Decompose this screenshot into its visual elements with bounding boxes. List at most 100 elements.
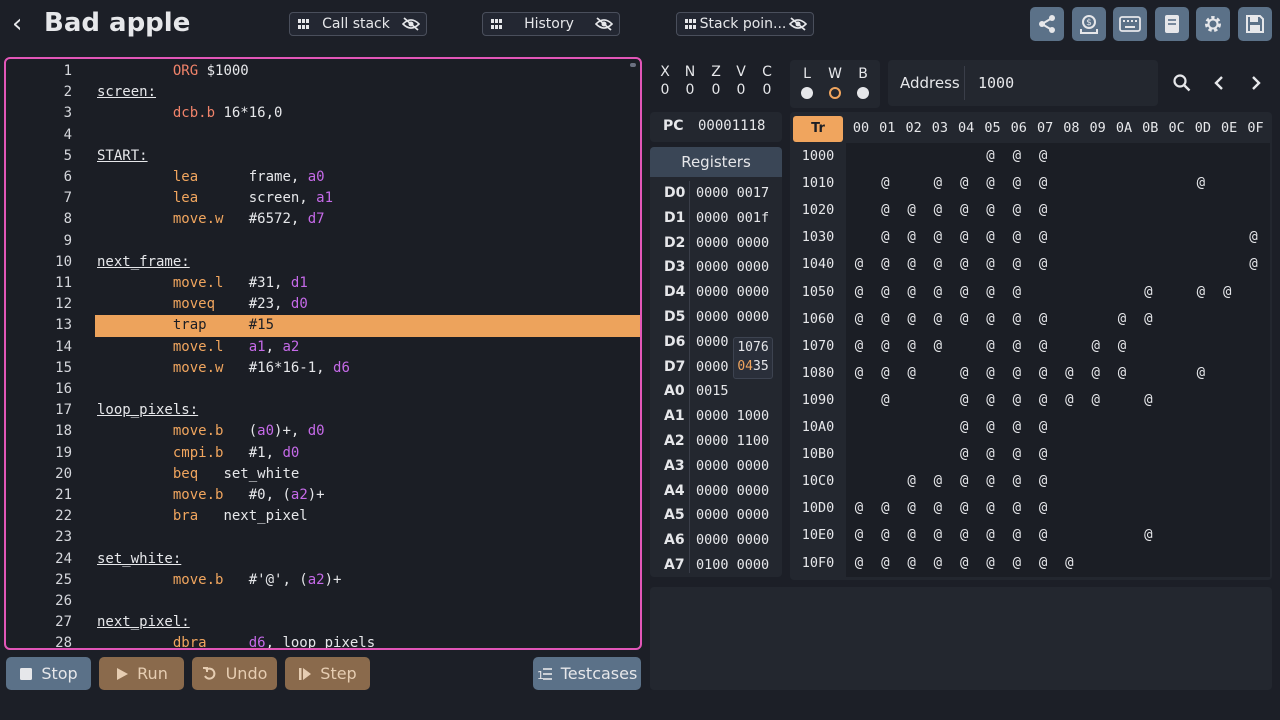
memory-cell[interactable]: @: [978, 522, 1004, 549]
memory-cell[interactable]: @: [1030, 224, 1056, 251]
code-line[interactable]: 8 move.w #6572, d7: [6, 209, 640, 230]
code-line[interactable]: 17 loop_pixels:: [6, 400, 640, 421]
memory-cell[interactable]: @: [978, 495, 1004, 522]
memory-cell[interactable]: @: [1004, 251, 1030, 278]
memory-cell[interactable]: @: [1004, 143, 1030, 170]
memory-cell[interactable]: @: [1135, 387, 1161, 414]
memory-cell[interactable]: @: [1004, 224, 1030, 251]
memory-cell[interactable]: @: [899, 279, 925, 306]
keyboard-button[interactable]: [1113, 7, 1147, 41]
memory-cell[interactable]: @: [951, 387, 977, 414]
memory-cell[interactable]: @: [1030, 387, 1056, 414]
memory-cell[interactable]: @: [1030, 360, 1056, 387]
memory-cell[interactable]: @: [846, 550, 872, 577]
memory-cell[interactable]: @: [872, 333, 898, 360]
memory-cell[interactable]: @: [1030, 170, 1056, 197]
memory-cell[interactable]: @: [872, 279, 898, 306]
code-line[interactable]: 24 set_white:: [6, 549, 640, 570]
address-field[interactable]: Address 1000: [888, 60, 1158, 106]
register-row[interactable]: D1 0000 001f: [650, 206, 782, 231]
memory-cell[interactable]: @: [872, 224, 898, 251]
memory-cell[interactable]: @: [846, 306, 872, 333]
memory-cell[interactable]: @: [899, 251, 925, 278]
memory-cell[interactable]: @: [1241, 224, 1267, 251]
register-row[interactable]: D4 0000 0000: [650, 280, 782, 305]
memory-cell[interactable]: @: [1030, 333, 1056, 360]
memory-cell[interactable]: @: [1004, 441, 1030, 468]
memory-cell[interactable]: @: [951, 360, 977, 387]
memory-cell[interactable]: @: [1083, 387, 1109, 414]
memory-cell[interactable]: @: [1004, 414, 1030, 441]
step-button[interactable]: Step: [285, 657, 370, 690]
undo-button[interactable]: Undo: [192, 657, 277, 690]
register-row[interactable]: A2 0000 1100: [650, 429, 782, 454]
register-row[interactable]: A3 0000 0000: [650, 454, 782, 479]
memory-cell[interactable]: @: [951, 279, 977, 306]
code-line[interactable]: 15 move.w #16*16-1, d6: [6, 358, 640, 379]
memory-cell[interactable]: @: [1188, 170, 1214, 197]
memory-cell[interactable]: @: [925, 495, 951, 522]
memory-cell[interactable]: @: [925, 251, 951, 278]
memory-cell[interactable]: @: [1030, 495, 1056, 522]
memory-cell[interactable]: @: [1004, 522, 1030, 549]
memory-cell[interactable]: @: [1030, 306, 1056, 333]
memory-cell[interactable]: @: [1135, 522, 1161, 549]
register-row[interactable]: D5 0000 0000: [650, 305, 782, 330]
memory-cell[interactable]: @: [1083, 333, 1109, 360]
size-radio-word[interactable]: [829, 87, 841, 99]
memory-cell[interactable]: @: [925, 170, 951, 197]
save-button[interactable]: [1238, 7, 1272, 41]
memory-cell[interactable]: @: [978, 414, 1004, 441]
call-stack-button[interactable]: Call stack: [289, 12, 427, 36]
size-radio-long[interactable]: [801, 87, 813, 99]
memory-cell[interactable]: @: [899, 224, 925, 251]
address-input[interactable]: 1000: [978, 74, 1014, 92]
settings-button[interactable]: [1196, 7, 1230, 41]
code-line[interactable]: 14 move.l a1, a2: [6, 337, 640, 358]
memory-cell[interactable]: @: [1030, 143, 1056, 170]
memory-cell[interactable]: @: [978, 251, 1004, 278]
code-line[interactable]: 28 dbra d6, loop_pixels: [6, 633, 640, 648]
code-line[interactable]: 7 lea screen, a1: [6, 188, 640, 209]
memory-cell[interactable]: @: [846, 360, 872, 387]
editor-scrollbar[interactable]: [630, 63, 636, 67]
register-row[interactable]: A7 0100 0000: [650, 553, 782, 578]
memory-cell[interactable]: @: [1004, 197, 1030, 224]
memory-cell[interactable]: @: [951, 550, 977, 577]
register-row[interactable]: D2 0000 0000: [650, 231, 782, 256]
memory-grid[interactable]: @ @ @ @ @ @ @ @ @ @ @ @ @ @ @ @ @ @ @ @ @ @ @ @ @ @ @ @ @ @ @ @ @ @ @ @ @ @ @ @…: [846, 143, 1270, 577]
memory-cell[interactable]: @: [978, 550, 1004, 577]
memory-cell[interactable]: @: [872, 197, 898, 224]
code-line[interactable]: 20 beq set_white: [6, 464, 640, 485]
history-button[interactable]: History: [482, 12, 620, 36]
memory-cell[interactable]: @: [978, 306, 1004, 333]
memory-cell[interactable]: @: [1004, 495, 1030, 522]
memory-cell[interactable]: @: [978, 387, 1004, 414]
memory-cell[interactable]: @: [872, 170, 898, 197]
stack-pointer-button[interactable]: Stack poin...: [676, 12, 814, 36]
memory-cell[interactable]: @: [951, 306, 977, 333]
memory-cell[interactable]: @: [1004, 306, 1030, 333]
memory-cell[interactable]: @: [978, 197, 1004, 224]
code-line[interactable]: 18 move.b (a0)+, d0: [6, 421, 640, 442]
memory-type-toggle[interactable]: Tr: [793, 116, 843, 142]
code-line[interactable]: 5 START:: [6, 146, 640, 167]
memory-cell[interactable]: @: [1030, 468, 1056, 495]
memory-cell[interactable]: @: [1056, 550, 1082, 577]
search-icon[interactable]: [1170, 70, 1194, 96]
memory-cell[interactable]: @: [978, 441, 1004, 468]
memory-cell[interactable]: @: [978, 333, 1004, 360]
memory-cell[interactable]: @: [899, 333, 925, 360]
memory-cell[interactable]: @: [925, 197, 951, 224]
docs-button[interactable]: [1155, 7, 1189, 41]
memory-cell[interactable]: @: [978, 279, 1004, 306]
memory-cell[interactable]: @: [872, 495, 898, 522]
register-row[interactable]: A1 0000 1000: [650, 404, 782, 429]
memory-cell[interactable]: @: [951, 251, 977, 278]
code-line[interactable]: 21 move.b #0, (a2)+: [6, 485, 640, 506]
memory-cell[interactable]: @: [846, 495, 872, 522]
memory-cell[interactable]: @: [1030, 550, 1056, 577]
memory-cell[interactable]: @: [925, 468, 951, 495]
memory-cell[interactable]: @: [872, 522, 898, 549]
chevron-left-icon[interactable]: [1207, 70, 1231, 96]
